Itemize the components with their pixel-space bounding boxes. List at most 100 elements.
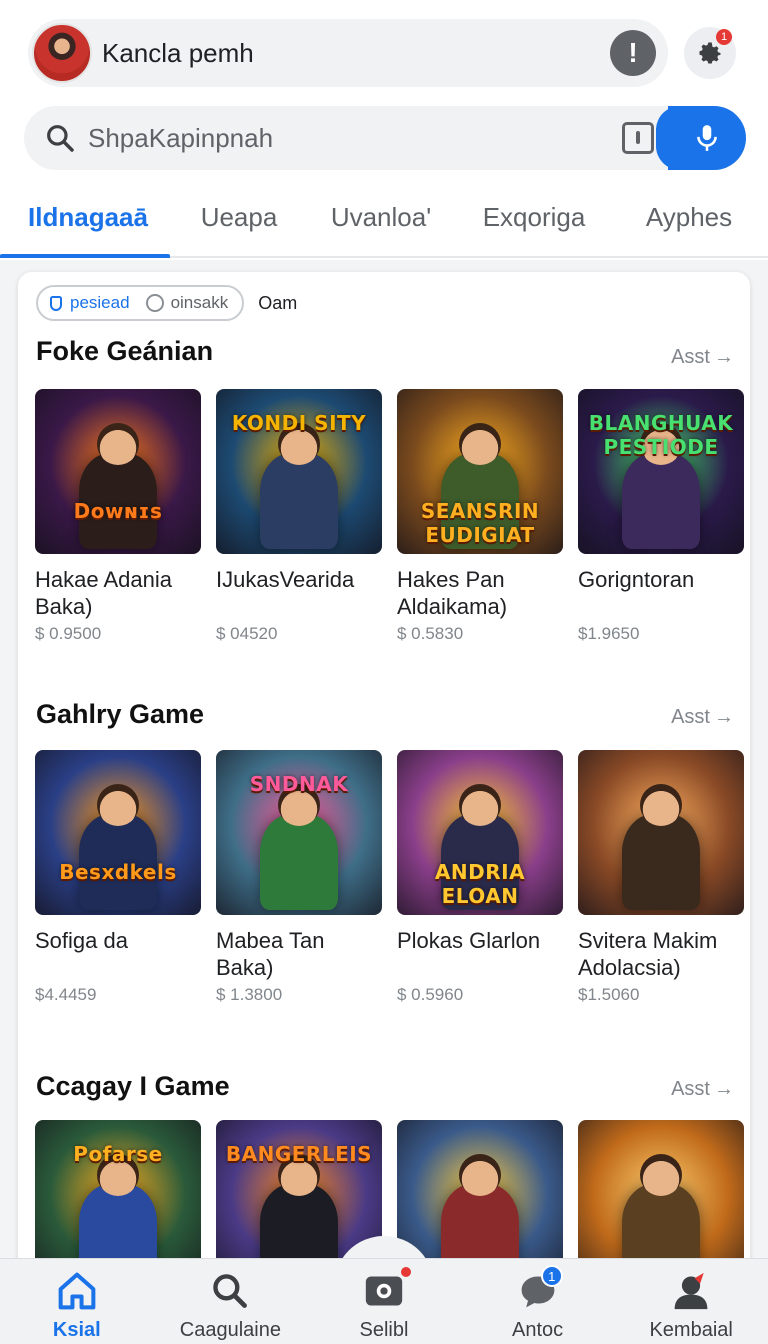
arrow-right-icon: →: [714, 346, 734, 368]
game-title: Hakes Pan Aldaikama): [397, 567, 508, 619]
game-title: Svitera Makim Adolacsia): [578, 928, 718, 980]
game-logo: SNDNAK: [249, 772, 349, 796]
character-head: [640, 1154, 682, 1196]
search-bar[interactable]: [24, 106, 746, 170]
game-thumbnail: BLANGHUAK PESTIODE: [578, 389, 744, 554]
game-logo: BLANGHUAK PESTIODE: [588, 411, 734, 459]
game-title: Hakae Adania Baka): [35, 567, 172, 619]
arrow-right-icon: →: [714, 1078, 734, 1100]
game-price: $ 0.9500: [35, 624, 102, 643]
character-head: [97, 423, 139, 465]
notification-dot: [401, 1267, 412, 1277]
game-title: Plokas Glarlon: [397, 928, 541, 953]
game-card[interactable]: Besxdkels Sofiga da $4.4459: [35, 750, 201, 1005]
see-all-link[interactable]: Asst →: [671, 706, 734, 729]
game-logo: KONDI SITY: [231, 411, 367, 435]
game-thumbnail: KONDI SITY: [216, 389, 382, 554]
game-logo: SEANSRIN EUDIGIAT: [420, 499, 540, 547]
chip-selected-label: pesiead: [70, 293, 130, 312]
game-card[interactable]: SEANSRIN EUDIGIAT Hakes Pan Aldaikama) $ 0…: [397, 389, 563, 644]
nav-label: Kembaial: [649, 1319, 733, 1341]
chip-unselected[interactable]: oinsakk: [145, 293, 229, 313]
tab-2[interactable]: Ueapa: [170, 190, 308, 256]
alert-icon[interactable]: !: [610, 30, 656, 76]
game-thumbnail: Dᴏᴡɴɪs: [35, 389, 201, 554]
character-figure: [622, 814, 700, 910]
nav-chat[interactable]: 1 Antoc: [461, 1259, 615, 1344]
game-price: $4.4459: [35, 985, 97, 1004]
game-price: $1.5060: [578, 985, 640, 1004]
shield-icon: [50, 295, 62, 311]
radio-icon: [145, 294, 164, 312]
search-icon: [47, 125, 74, 152]
camera-icon: [365, 1276, 403, 1306]
nav-profile[interactable]: Kembaial: [614, 1259, 768, 1344]
bottom-navigation: Ksial Caagulaine Selibl 1 Antoc Kembaial: [0, 1258, 768, 1344]
character-figure: [260, 814, 338, 910]
game-logo: Besxdkels: [59, 860, 177, 884]
game-title: Sofiga da: [35, 928, 128, 953]
see-all-link[interactable]: Asst →: [671, 1078, 734, 1101]
account-bar[interactable]: Kancla pemh !: [28, 19, 668, 87]
game-title: IJukasVearida: [216, 567, 355, 592]
section-title: Foke Geánian: [36, 336, 214, 366]
tab-4[interactable]: Exqoriga: [454, 190, 614, 256]
game-price: $ 1.3800: [216, 985, 283, 1004]
nav-home[interactable]: Ksial: [0, 1259, 154, 1344]
game-thumbnail: SEANSRIN EUDIGIAT: [397, 389, 563, 554]
game-logo: Pofarse: [73, 1142, 163, 1166]
see-all-label: Asst: [671, 346, 710, 368]
nav-label: Antoc: [512, 1319, 564, 1341]
see-all-label: Asst: [671, 706, 710, 728]
see-all-link[interactable]: Asst →: [671, 346, 734, 369]
game-title: Mabea Tan Baka): [216, 928, 325, 980]
settings-button[interactable]: 1: [684, 27, 736, 79]
game-card[interactable]: BLANGHUAK PESTIODE Gorigntoran $1.9650: [578, 389, 744, 644]
game-card[interactable]: Svitera Makim Adolacsia) $1.5060: [578, 750, 744, 1005]
game-title: Gorigntoran: [578, 567, 695, 592]
chip-group: pesiead oinsakk: [36, 285, 245, 321]
nav-camera[interactable]: Selibl: [307, 1259, 461, 1344]
nav-badge: 1: [540, 1265, 563, 1287]
game-thumbnail: ANDRIA ELOAN: [397, 750, 563, 915]
game-price: $ 0.5960: [397, 985, 464, 1004]
filter-icon[interactable]: [622, 122, 654, 154]
game-grid: Dᴏᴡɴɪs Hakae Adania Baka) $ 0.9500 KONDI SI…: [35, 389, 744, 644]
character-head: [459, 423, 501, 465]
tab-3[interactable]: Uvanloa': [308, 190, 454, 256]
chip-selected[interactable]: pesiead: [50, 293, 130, 313]
nav-label: Ksial: [52, 1319, 101, 1341]
tab-1[interactable]: Ildnagaaā: [0, 190, 170, 258]
game-logo: ANDRIA ELOAN: [434, 860, 526, 908]
character-head: [640, 784, 682, 826]
voice-search-button[interactable]: [656, 106, 746, 170]
game-logo: BANGERLEIS: [225, 1142, 373, 1166]
arrow-right-icon: →: [714, 706, 734, 728]
search-input[interactable]: [88, 122, 622, 154]
chip-unselected-label: oinsakk: [170, 293, 229, 312]
nav-search[interactable]: Caagulaine: [154, 1259, 308, 1344]
game-price: $ 04520: [216, 624, 278, 643]
nav-label: Caagulaine: [179, 1319, 281, 1341]
section-title: Ccagay I Game: [36, 1071, 230, 1101]
section-title: Gahlry Game: [36, 699, 205, 729]
tab-5[interactable]: Ayphes: [614, 190, 764, 256]
mic-icon: [697, 125, 717, 151]
avatar[interactable]: [32, 23, 92, 83]
game-card[interactable]: Dᴏᴡɴɪs Hakae Adania Baka) $ 0.9500: [35, 389, 201, 644]
game-thumbnail: SNDNAK: [216, 750, 382, 915]
game-thumbnail: [578, 750, 744, 915]
game-card[interactable]: ANDRIA ELOAN Plokas Glarlon $ 0.5960: [397, 750, 563, 1005]
game-card[interactable]: KONDI SITY IJukasVearida $ 04520: [216, 389, 382, 644]
game-price: $1.9650: [578, 624, 640, 643]
nav-label: Selibl: [359, 1319, 409, 1341]
character-figure: [260, 453, 338, 549]
category-tabs: Ildnagaaā Ueapa Uvanloa' Exqoriga Ayphes: [0, 190, 768, 258]
filter-chips: pesiead oinsakk Oam: [36, 285, 297, 321]
character-figure: [622, 453, 700, 549]
see-all-label: Asst: [671, 1078, 710, 1100]
chip-extra[interactable]: Oam: [258, 293, 297, 314]
game-card[interactable]: SNDNAK Mabea Tan Baka) $ 1.3800: [216, 750, 382, 1005]
character-head: [97, 784, 139, 826]
character-head: [459, 1154, 501, 1196]
